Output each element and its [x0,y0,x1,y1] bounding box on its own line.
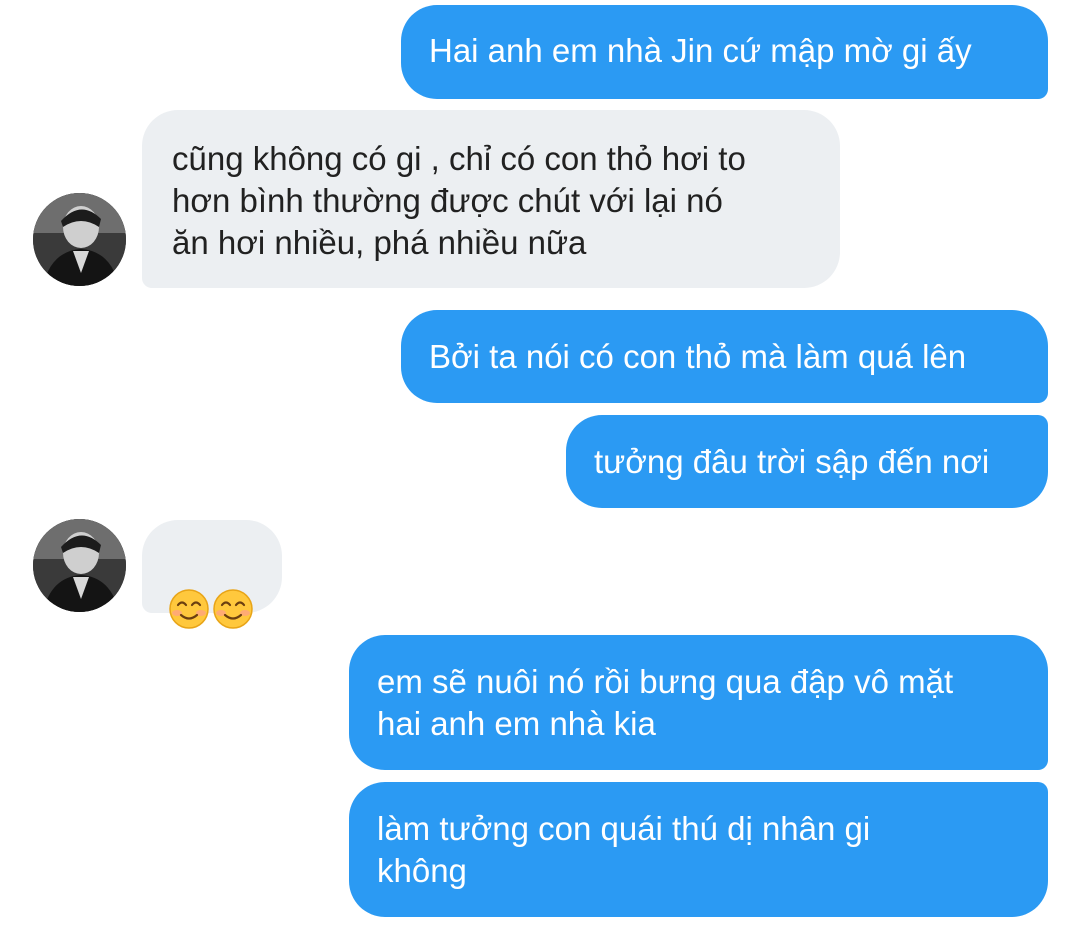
avatar-photo-icon [33,519,126,612]
sent-message-bubble[interactable]: Hai anh em nhà Jin cứ mập mờ gi ấy [401,5,1048,99]
smiling-face-emoji-icon [213,588,253,629]
sent-message-bubble[interactable]: Bởi ta nói có con thỏ mà làm quá lên [401,310,1048,403]
avatar-photo-icon [33,193,126,286]
received-message-bubble[interactable]: cũng không có gi , chỉ có con thỏ hơi to… [142,110,840,288]
contact-avatar[interactable] [33,193,126,286]
sent-message-bubble[interactable]: tưởng đâu trời sập đến nơi [566,415,1048,508]
sent-message-bubble[interactable]: làm tưởng con quái thú dị nhân gi không [349,782,1048,917]
sent-message-bubble[interactable]: em sẽ nuôi nó rồi bưng qua đập vô mặt ha… [349,635,1048,770]
contact-avatar[interactable] [33,519,126,612]
smiling-face-emoji-icon [169,588,209,629]
received-emoji-bubble[interactable] [142,520,282,629]
